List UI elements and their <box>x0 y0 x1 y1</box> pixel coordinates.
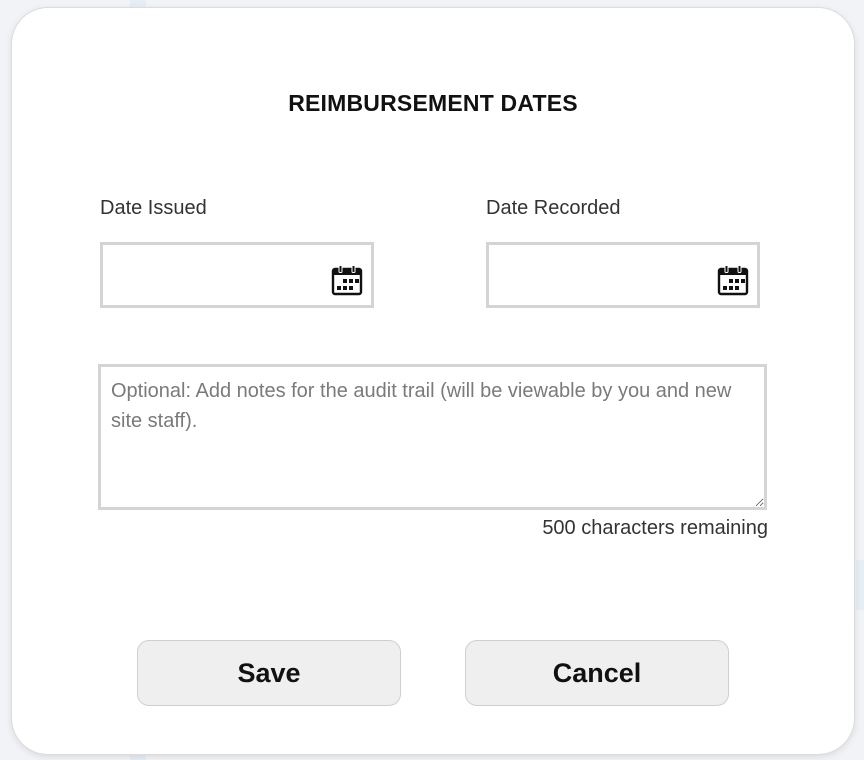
calendar-icon[interactable] <box>717 264 749 296</box>
date-recorded-label: Date Recorded <box>486 197 621 219</box>
date-recorded-input[interactable] <box>486 242 760 308</box>
cancel-button[interactable]: Cancel <box>465 640 729 706</box>
notes-textarea[interactable] <box>98 364 767 510</box>
characters-remaining-counter: 500 characters remaining <box>542 517 768 539</box>
dialog-title: REIMBURSEMENT DATES <box>288 90 578 116</box>
date-issued-label: Date Issued <box>100 197 207 219</box>
calendar-icon[interactable] <box>331 264 363 296</box>
date-issued-input[interactable] <box>100 242 374 308</box>
reimbursement-dates-dialog: REIMBURSEMENT DATES Date Issued Date Rec… <box>12 8 854 754</box>
save-button[interactable]: Save <box>137 640 401 706</box>
background-app-strip <box>856 560 864 610</box>
